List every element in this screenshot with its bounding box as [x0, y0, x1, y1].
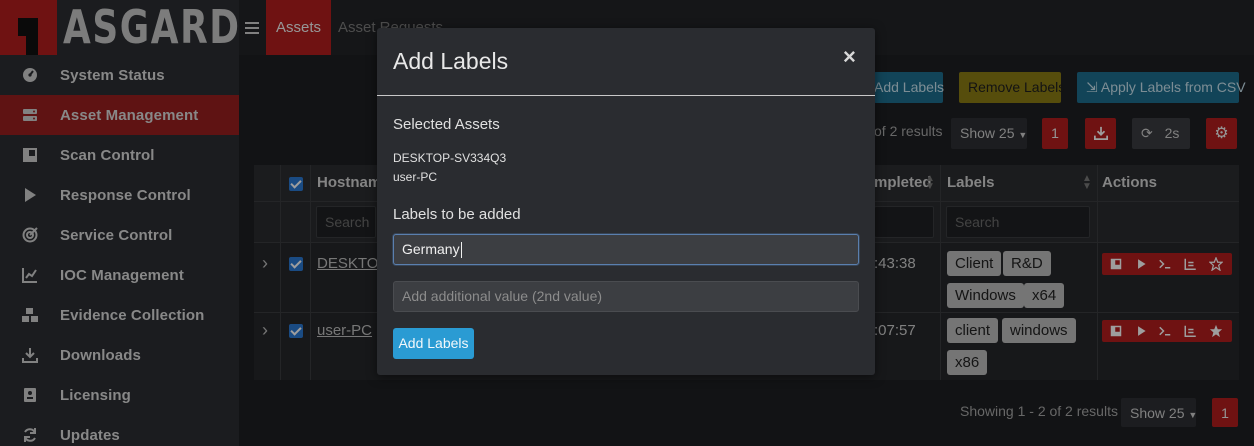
labels-to-add-heading: Labels to be added [393, 206, 521, 223]
modal-divider [377, 95, 875, 96]
modal-title: Add Labels [393, 48, 509, 74]
add-labels-modal: Add Labels × Selected Assets DESKTOP-SV3… [377, 28, 875, 375]
close-icon[interactable]: × [843, 45, 856, 69]
selected-asset-item: DESKTOP-SV334Q3 [393, 151, 507, 165]
app-root: ASGARD System Status Asset Management Sc… [0, 0, 1254, 446]
label-value-text: Germany [402, 241, 460, 257]
selected-assets-heading: Selected Assets [393, 116, 500, 133]
second-value-input[interactable]: Add additional value (2nd value) [393, 281, 859, 312]
add-labels-submit-button[interactable]: Add Labels [393, 328, 474, 359]
text-caret [460, 242, 462, 259]
label-value-input[interactable]: Germany [393, 234, 859, 265]
selected-asset-item: user-PC [393, 170, 438, 184]
